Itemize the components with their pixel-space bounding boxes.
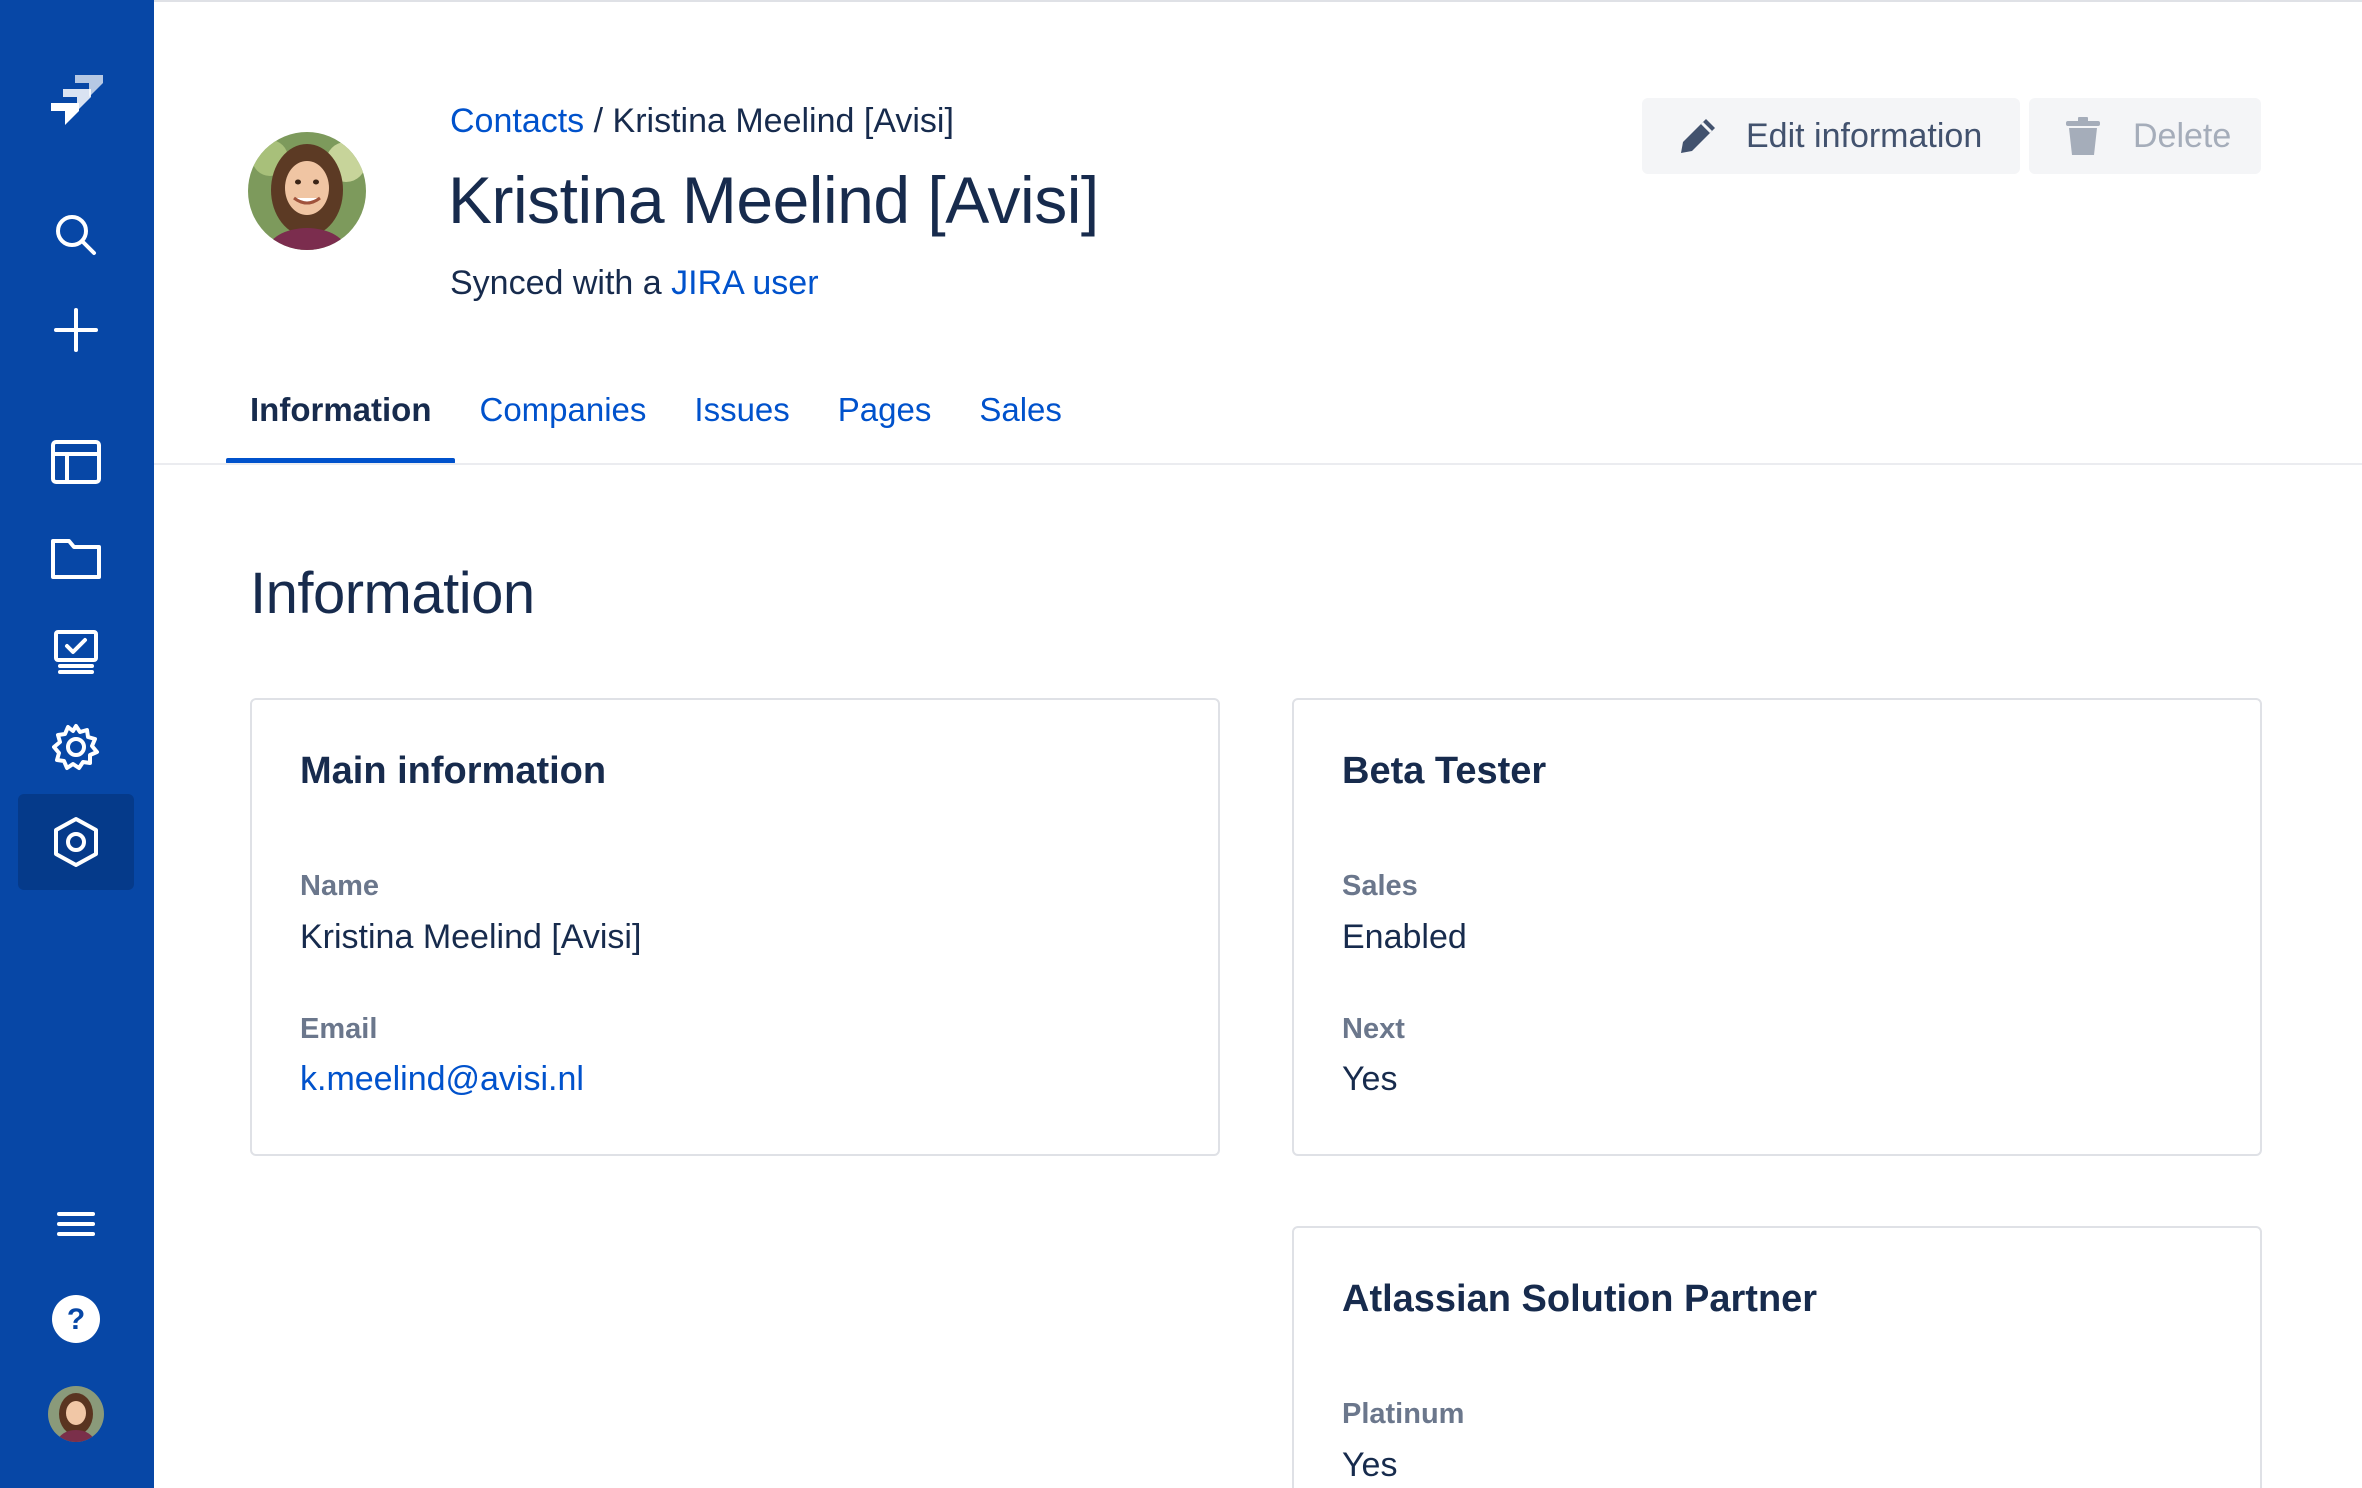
board-icon[interactable] [18, 414, 134, 510]
card-title: Main information [300, 750, 607, 792]
folder-icon[interactable] [18, 510, 134, 606]
tab-divider [154, 463, 2362, 465]
trash-icon [2066, 117, 2100, 155]
edit-information-label: Edit information [1746, 116, 1983, 155]
tab-issues[interactable]: Issues [670, 382, 813, 464]
gear-icon[interactable] [18, 699, 134, 795]
tab-information[interactable]: Information [226, 382, 456, 464]
section-title: Information [250, 561, 535, 626]
field-value-name: Kristina Meelind [Avisi] [300, 918, 642, 956]
delete-button[interactable]: Delete [2029, 98, 2261, 174]
global-sidebar: ? [0, 0, 154, 1488]
pencil-icon [1681, 119, 1715, 153]
tab-bar: Information Companies Issues Pages Sales [226, 382, 1086, 464]
contact-avatar [248, 132, 366, 250]
tab-companies[interactable]: Companies [455, 382, 670, 464]
breadcrumb-current: Kristina Meelind [Avisi] [612, 102, 954, 140]
field-label-sales: Sales [1342, 870, 1418, 902]
field-label-name: Name [300, 870, 379, 902]
tab-sales[interactable]: Sales [955, 382, 1086, 464]
user-avatar[interactable] [18, 1366, 134, 1462]
edit-information-button[interactable]: Edit information [1642, 98, 2020, 174]
field-label-next: Next [1342, 1013, 1405, 1045]
help-icon[interactable]: ? [18, 1271, 134, 1367]
email-link[interactable]: k.meelind@avisi.nl [300, 1060, 584, 1099]
jira-user-link[interactable]: JIRA user [671, 264, 818, 302]
sync-status: Synced with a JIRA user [450, 264, 819, 303]
delete-label: Delete [2133, 116, 2232, 155]
main-content: Contacts / Kristina Meelind [Avisi] Kris… [154, 0, 2362, 1488]
card-beta-tester: Beta Tester Sales Enabled Next Yes [1292, 698, 2262, 1156]
field-label-platinum: Platinum [1342, 1398, 1465, 1430]
field-value-platinum: Yes [1342, 1446, 1398, 1484]
card-title: Atlassian Solution Partner [1342, 1278, 1818, 1320]
svg-text:?: ? [67, 1303, 85, 1336]
breadcrumb: Contacts / Kristina Meelind [Avisi] [450, 102, 954, 141]
breadcrumb-separator: / [584, 102, 613, 140]
tab-pages[interactable]: Pages [814, 382, 956, 464]
hexagon-icon[interactable] [18, 794, 134, 890]
plus-icon[interactable] [18, 282, 134, 378]
sync-prefix: Synced with a [450, 264, 672, 302]
search-icon[interactable] [18, 187, 134, 283]
monitor-check-icon[interactable] [18, 604, 134, 700]
menu-icon[interactable] [18, 1176, 134, 1272]
field-value-next: Yes [1342, 1060, 1398, 1098]
card-title: Beta Tester [1342, 750, 1547, 792]
page-title: Kristina Meelind [Avisi] [448, 163, 1099, 237]
card-atlassian-solution-partner: Atlassian Solution Partner Platinum Yes [1292, 1226, 2262, 1488]
card-main-information: Main information Name Kristina Meelind [… [250, 698, 1220, 1156]
breadcrumb-contacts-link[interactable]: Contacts [450, 102, 584, 140]
field-value-sales: Enabled [1342, 918, 1467, 956]
jira-logo-icon[interactable] [18, 54, 134, 150]
field-label-email: Email [300, 1013, 378, 1045]
